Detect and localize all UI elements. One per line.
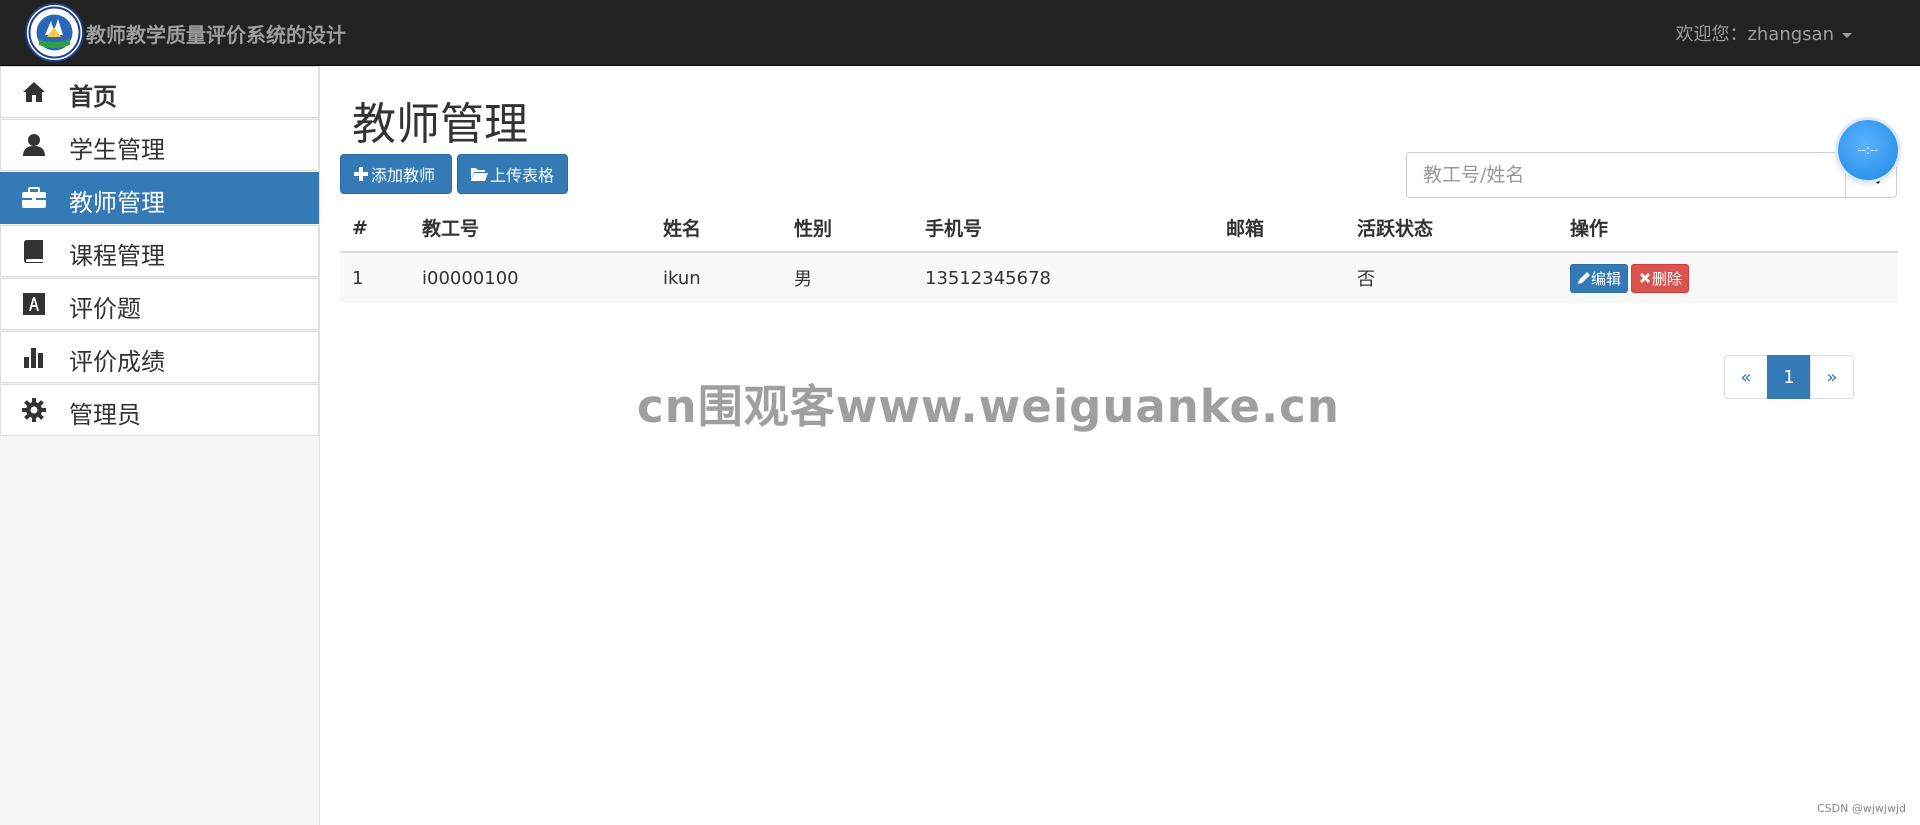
sidebar-item-label: 学生管理 (69, 136, 165, 164)
top-navbar: 教师教学质量评价系统的设计 欢迎您：zhangsan (0, 0, 1920, 66)
remove-icon (1640, 273, 1651, 283)
cell-gender: 男 (782, 251, 913, 303)
teacher-table: # 教工号 姓名 性别 手机号 邮箱 活跃状态 操作 1 i00000100 i… (340, 204, 1898, 303)
caret-down-icon (1842, 32, 1852, 38)
page-next-button[interactable]: » (1810, 355, 1854, 399)
column-header: 姓名 (651, 204, 782, 253)
table-header-row: # 教工号 姓名 性别 手机号 邮箱 活跃状态 操作 (340, 204, 1898, 253)
cell-name: ikun (651, 251, 782, 303)
page-prev-button[interactable]: « (1724, 355, 1768, 399)
upload-spreadsheet-button[interactable]: 上传表格 (457, 154, 568, 194)
column-header: 手机号 (913, 204, 1214, 253)
book-icon (21, 238, 47, 264)
credit-watermark: CSDN @wjwjwjd (1817, 802, 1906, 815)
cell-phone: 13512345678 (913, 251, 1214, 303)
delete-label: 删除 (1652, 269, 1683, 288)
sidebar-item-students[interactable]: 学生管理 (0, 119, 319, 171)
page-title: 教师管理 (352, 99, 528, 150)
sidebar-item-courses[interactable]: 课程管理 (0, 225, 319, 277)
cell-active-status: 否 (1345, 251, 1558, 303)
column-header: 性别 (782, 204, 913, 253)
cell-index: 1 (340, 251, 410, 303)
cog-icon (21, 397, 47, 423)
welcome-prefix: 欢迎您： (1675, 24, 1748, 45)
font-icon (21, 291, 47, 317)
sidebar-item-teachers[interactable]: 教师管理 (0, 172, 319, 224)
username: zhangsan (1747, 24, 1834, 45)
pencil-icon (1578, 272, 1590, 284)
sidebar: 首页 学生管理 教师管理 课程管理 评价题 评价成绩 管理员 (0, 66, 320, 825)
sidebar-item-label: 首页 (69, 83, 117, 111)
cell-email (1214, 251, 1345, 303)
edit-label: 编辑 (1591, 269, 1622, 288)
sidebar-item-label: 教师管理 (69, 189, 165, 217)
search-group (1406, 152, 1897, 198)
user-icon (21, 132, 47, 158)
add-teacher-label: 添加教师 (371, 166, 436, 185)
cell-actions: 编辑 删除 (1558, 251, 1898, 303)
search-input[interactable] (1406, 152, 1846, 198)
sidebar-item-label: 评价题 (69, 295, 141, 323)
sidebar-item-home[interactable]: 首页 (0, 66, 319, 118)
sidebar-item-label: 管理员 (69, 401, 141, 429)
folder-open-icon (471, 168, 488, 181)
stats-icon (21, 344, 47, 370)
floating-timer-button[interactable]: --:-- (1838, 120, 1898, 180)
edit-button[interactable]: 编辑 (1570, 263, 1629, 293)
column-header: 操作 (1558, 204, 1898, 253)
pagination: « 1 » (1724, 355, 1854, 399)
page-current[interactable]: 1 (1767, 355, 1811, 399)
add-teacher-button[interactable]: 添加教师 (340, 154, 452, 194)
briefcase-icon (21, 185, 47, 211)
watermark: cn围观客www.weiguanke.cn (637, 380, 1340, 433)
sidebar-item-scores[interactable]: 评价成绩 (0, 331, 319, 383)
sidebar-item-label: 评价成绩 (69, 348, 165, 376)
sidebar-menu: 首页 学生管理 教师管理 课程管理 评价题 评价成绩 管理员 (0, 66, 319, 436)
table-row: 1 i00000100 ikun 男 13512345678 否 编辑 删除 (340, 251, 1898, 303)
column-header: 活跃状态 (1345, 204, 1558, 253)
school-logo[interactable] (25, 3, 84, 62)
upload-spreadsheet-label: 上传表格 (490, 166, 555, 185)
column-header: 邮箱 (1214, 204, 1345, 253)
sidebar-item-label: 课程管理 (69, 242, 165, 270)
sidebar-item-questions[interactable]: 评价题 (0, 278, 319, 330)
home-icon (21, 79, 47, 105)
column-header: # (340, 204, 410, 253)
column-header: 教工号 (410, 204, 651, 253)
cell-teacher-id: i00000100 (410, 251, 651, 303)
user-menu[interactable]: 欢迎您：zhangsan (1675, 20, 1852, 46)
delete-button[interactable]: 删除 (1631, 263, 1690, 293)
app-title[interactable]: 教师教学质量评价系统的设计 (86, 19, 346, 48)
plus-icon (354, 167, 368, 181)
sidebar-item-admin[interactable]: 管理员 (0, 384, 319, 436)
